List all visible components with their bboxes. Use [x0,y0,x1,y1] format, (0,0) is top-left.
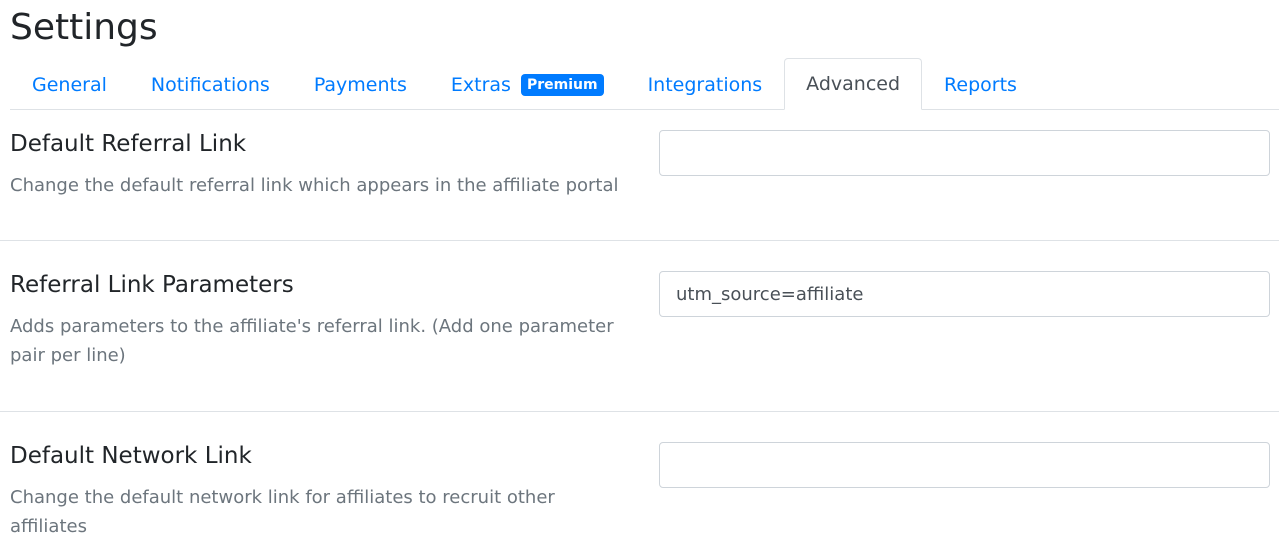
tab-advanced[interactable]: Advanced [784,58,923,110]
tab-reports[interactable]: Reports [922,58,1039,110]
tab-label: General [32,73,107,96]
tab-label: Advanced [806,73,901,95]
default-referral-link-description: Change the default referral link which a… [10,175,619,196]
referral-link-parameters-input[interactable] [659,271,1270,317]
settings-tabs: General Notifications Payments Extras Pr… [10,58,1279,110]
tab-notifications[interactable]: Notifications [129,58,292,110]
tab-extras[interactable]: Extras Premium [429,58,626,110]
default-network-link-description: Change the default network link for affi… [10,487,555,537]
default-referral-link-heading: Default Referral Link [10,131,247,157]
tab-label: Payments [313,73,407,96]
tab-label: Extras [450,73,511,96]
default-network-link-input[interactable] [659,442,1270,488]
tab-label: Integrations [647,73,763,96]
premium-badge: Premium [520,73,604,96]
page-title: Settings [10,7,158,48]
default-referral-link-input[interactable] [659,130,1270,176]
tab-integrations[interactable]: Integrations [626,58,785,110]
tab-label: Notifications [150,73,270,96]
referral-link-parameters-heading: Referral Link Parameters [10,272,294,298]
tab-payments[interactable]: Payments [292,58,429,110]
tab-general[interactable]: General [10,58,129,110]
default-network-link-heading: Default Network Link [10,443,252,469]
section-divider [0,411,1279,412]
section-divider [0,240,1279,241]
tab-label: Reports [944,73,1017,96]
referral-link-parameters-description: Adds parameters to the affiliate's refer… [10,316,614,366]
